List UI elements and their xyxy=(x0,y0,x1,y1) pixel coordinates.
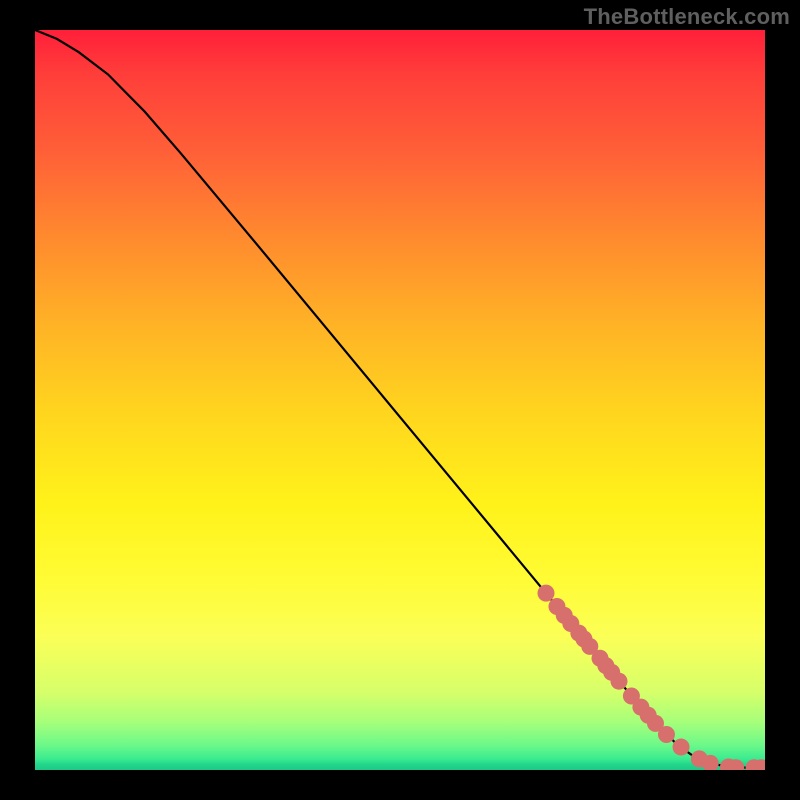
data-marker xyxy=(673,739,690,756)
data-marker xyxy=(611,673,628,690)
curve-line xyxy=(35,30,765,768)
data-markers xyxy=(538,585,766,770)
chart-frame: TheBottleneck.com xyxy=(0,0,800,800)
data-marker xyxy=(658,726,675,743)
plot-area xyxy=(35,30,765,770)
data-marker xyxy=(538,585,555,602)
chart-svg xyxy=(35,30,765,770)
attribution-text: TheBottleneck.com xyxy=(584,4,790,30)
